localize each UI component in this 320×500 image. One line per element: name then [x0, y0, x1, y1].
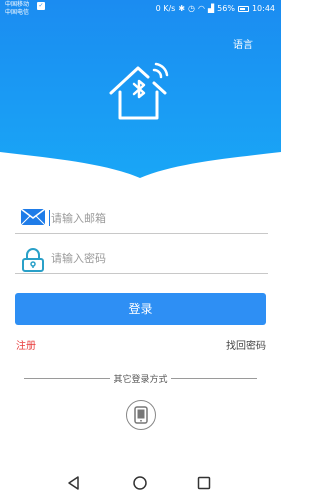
- back-icon[interactable]: [66, 475, 82, 491]
- language-button[interactable]: 语言: [233, 36, 253, 51]
- clock-time: 10:44: [251, 4, 275, 13]
- register-link[interactable]: 注册: [16, 337, 36, 352]
- status-bar: 中国移动 中国电信 ✓ 0 K/s ✱ ◷ ◠ ▟ 56% 10:44: [0, 0, 281, 18]
- password-input[interactable]: [51, 248, 261, 268]
- signal-icon: ▟: [208, 4, 215, 13]
- bluetooth-house-icon: [108, 60, 174, 126]
- email-input[interactable]: [51, 208, 261, 228]
- text-cursor: [49, 210, 50, 226]
- alarm-icon: ◷: [188, 4, 196, 13]
- carrier-1: 中国移动: [5, 1, 30, 8]
- login-button[interactable]: 登录: [15, 293, 266, 325]
- battery-icon: [237, 5, 249, 12]
- status-indicators: 0 K/s ✱ ◷ ◠ ▟ 56% 10:44: [156, 4, 275, 13]
- bluetooth-status-icon: ✱: [178, 4, 186, 13]
- password-field[interactable]: [15, 242, 268, 274]
- notification-icon: ✓: [37, 2, 45, 10]
- carrier-info: 中国移动 中国电信 ✓: [5, 1, 45, 17]
- lock-icon: [20, 248, 46, 276]
- forgot-password-link[interactable]: 找回密码: [226, 337, 266, 352]
- battery-percent: 56%: [217, 4, 235, 13]
- network-speed: 0 K/s: [155, 4, 176, 13]
- phone-icon: [134, 406, 148, 424]
- email-field[interactable]: [15, 202, 268, 234]
- phone-login-button[interactable]: [126, 400, 156, 430]
- other-login-text: 其它登录方式: [110, 375, 171, 385]
- email-icon: [20, 208, 46, 230]
- carrier-2: 中国电信: [5, 9, 30, 16]
- recents-icon[interactable]: [196, 475, 212, 491]
- other-login-label: 其它登录方式: [0, 372, 281, 385]
- wifi-icon: ◠: [198, 4, 205, 13]
- navigation-bar: [0, 466, 281, 500]
- home-icon[interactable]: [132, 475, 148, 491]
